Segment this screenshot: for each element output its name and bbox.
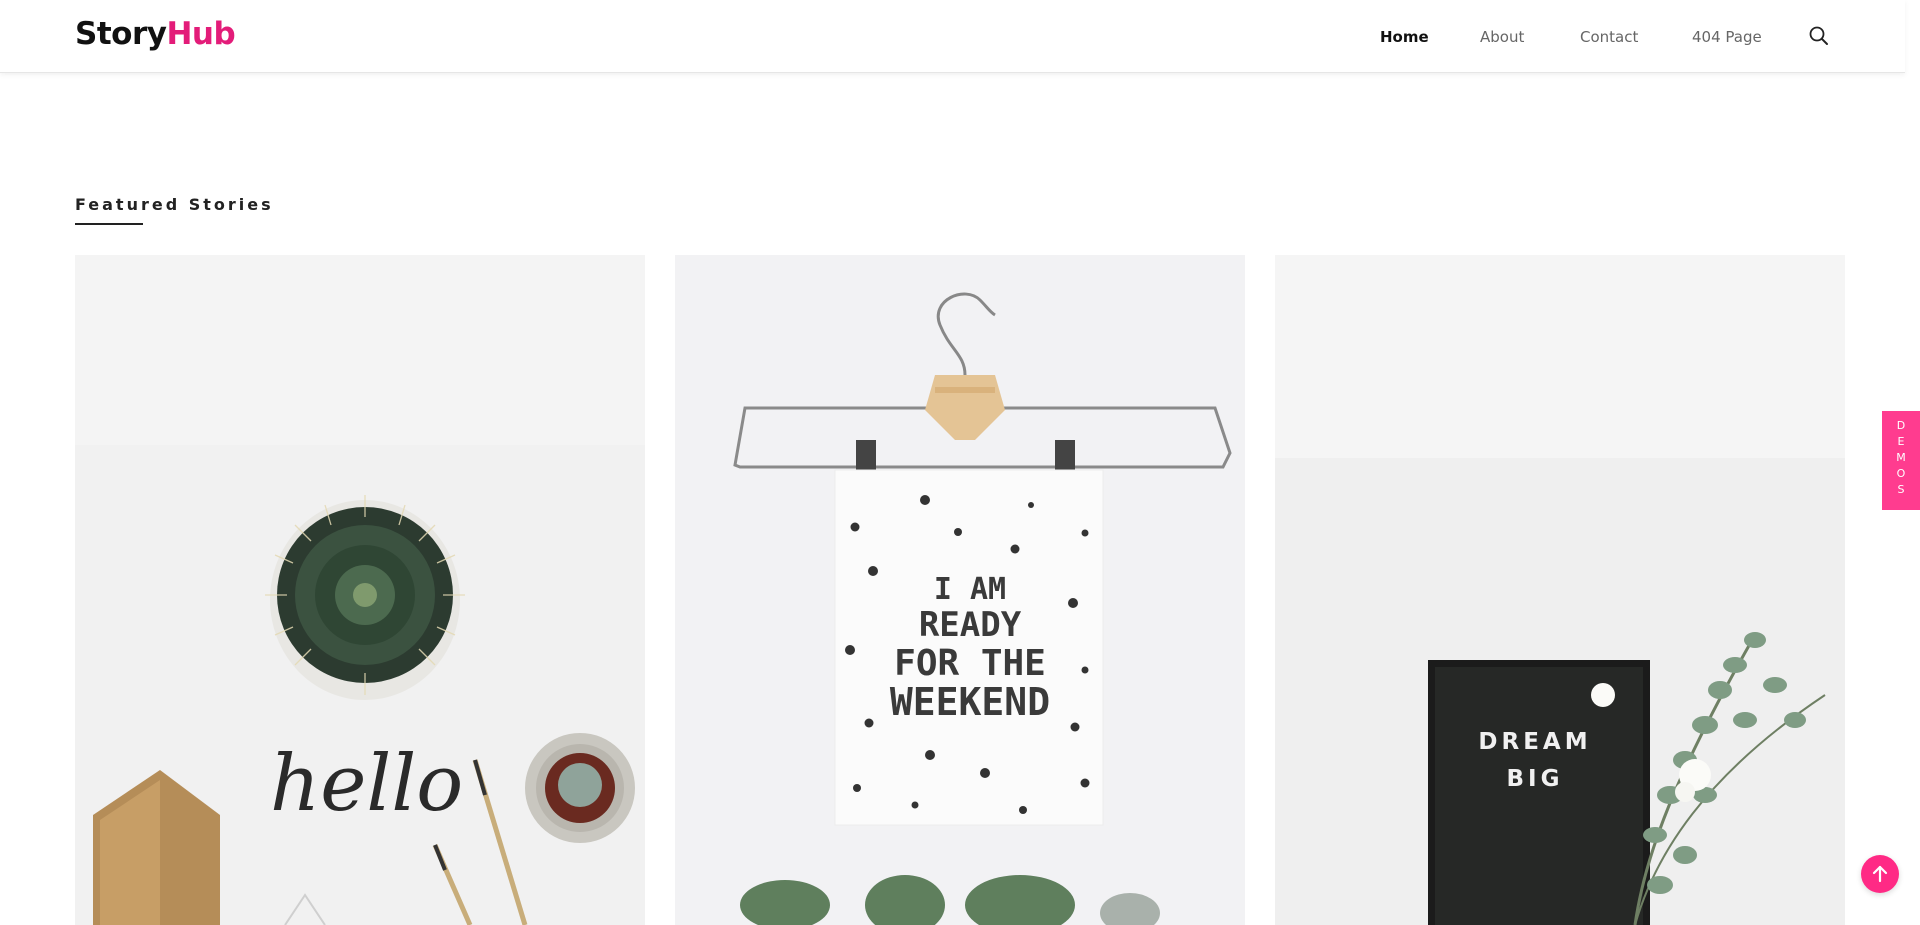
letterboard-line-1: DREAM xyxy=(1478,729,1591,755)
nav-home[interactable]: Home xyxy=(1380,25,1429,49)
main-nav: Home About Contact 404 Page xyxy=(0,25,1905,49)
poster-line-4: WEEKEND xyxy=(890,680,1050,724)
nav-404-page[interactable]: 404 Page xyxy=(1692,25,1762,49)
demos-letter-m: M xyxy=(1896,451,1906,464)
featured-story-card-2[interactable]: I AM READY FOR THE WEEKEND xyxy=(675,255,1245,925)
demos-label: D E M O S xyxy=(1882,418,1920,498)
poster-line-3: FOR THE xyxy=(894,643,1046,684)
nav-contact[interactable]: Contact xyxy=(1580,25,1638,49)
poster-line-1: I AM xyxy=(934,572,1006,607)
demos-side-tab[interactable]: D E M O S xyxy=(1882,411,1920,510)
demos-letter-s: S xyxy=(1897,483,1905,496)
poster-line-2: READY xyxy=(919,605,1022,645)
back-to-top-button[interactable] xyxy=(1861,855,1899,893)
section-title: Featured Stories xyxy=(75,195,274,214)
featured-story-card-1[interactable]: hello xyxy=(75,255,645,925)
dream-big-image: DREAM BIG xyxy=(1275,255,1845,925)
arrow-up-icon xyxy=(1872,865,1888,883)
title-underline xyxy=(75,223,143,225)
demos-letter-e: E xyxy=(1897,435,1905,448)
search-icon[interactable] xyxy=(1808,25,1830,47)
hello-lettering: hello xyxy=(270,739,463,829)
featured-story-card-3[interactable]: DREAM BIG xyxy=(1275,255,1845,925)
letterboard-line-2: BIG xyxy=(1507,766,1564,792)
nav-about[interactable]: About xyxy=(1480,25,1524,49)
site-header: StoryHub Home About Contact 404 Page xyxy=(0,0,1905,73)
hanger-poster-image: I AM READY FOR THE WEEKEND xyxy=(675,255,1245,925)
demos-letter-d: D xyxy=(1896,419,1906,432)
cactus-hello-image: hello xyxy=(75,255,645,925)
demos-letter-o: O xyxy=(1896,467,1906,480)
